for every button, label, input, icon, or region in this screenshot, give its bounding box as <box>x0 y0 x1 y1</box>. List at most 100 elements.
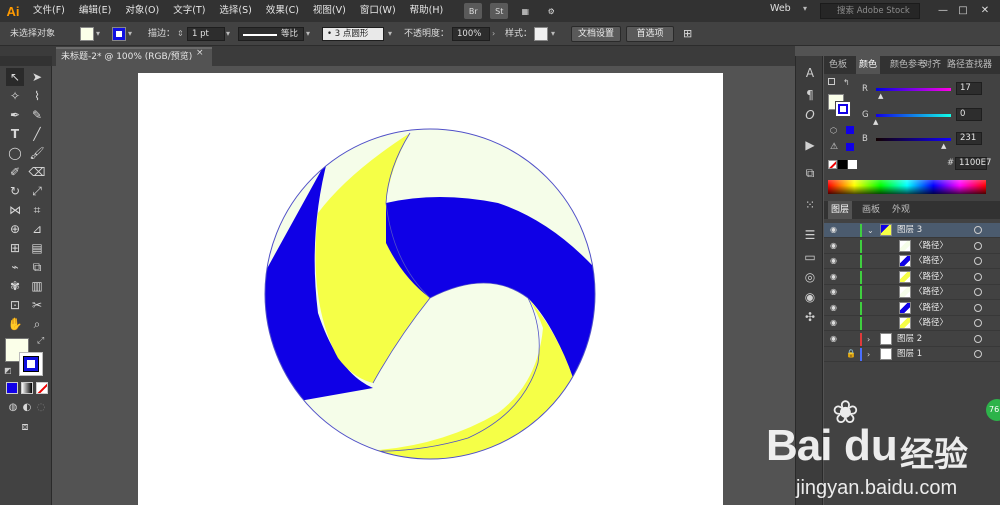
eye-icon[interactable]: ◉ <box>830 287 837 296</box>
transform-panel-icon[interactable]: ⁙ <box>801 196 819 214</box>
eye-icon[interactable]: ◉ <box>830 318 837 327</box>
menu-window[interactable]: 窗口(W) <box>353 0 403 22</box>
layer-sublayer-row[interactable]: ◉ 〈路径〉 <box>824 239 1000 254</box>
character-panel-icon[interactable]: A <box>801 64 819 82</box>
draw-inside-icon[interactable]: ◌ <box>32 399 50 417</box>
layer-row[interactable]: ◉ ⌄ 图层 3 <box>824 223 1000 238</box>
tab-align[interactable]: 对齐 <box>923 56 941 74</box>
b-slider[interactable] <box>876 138 951 141</box>
r-slider-thumb[interactable]: ▲ <box>878 92 883 100</box>
artboard[interactable] <box>138 73 723 505</box>
g-value-field[interactable]: 0 <box>956 108 982 121</box>
layer-target-icon[interactable] <box>974 350 982 358</box>
actions-panel-icon[interactable]: ▶ <box>801 136 819 154</box>
layer-target-icon[interactable] <box>974 257 982 265</box>
menu-type[interactable]: 文字(T) <box>166 0 212 22</box>
stroke-swatch[interactable] <box>112 27 126 41</box>
volleyball-artwork[interactable] <box>138 73 723 505</box>
tab-layers[interactable]: 图层 <box>828 201 853 219</box>
menu-effect[interactable]: 效果(C) <box>259 0 306 22</box>
stroke-label[interactable]: 描边： <box>148 26 175 42</box>
color-mode-icon[interactable] <box>6 382 18 394</box>
layer-target-icon[interactable] <box>974 319 982 327</box>
shaper-tool-icon[interactable]: ✐ <box>6 163 24 181</box>
screen-mode-icon[interactable]: ⧈ <box>16 418 34 436</box>
magic-wand-tool-icon[interactable]: ✧ <box>6 87 24 105</box>
g-slider[interactable] <box>876 114 951 117</box>
layer-name[interactable]: 〈路径〉 <box>914 317 948 330</box>
layer-target-icon[interactable] <box>974 288 982 296</box>
eye-icon[interactable]: ◉ <box>830 303 837 312</box>
bridge-icon[interactable]: Br <box>464 3 483 19</box>
perspective-grid-tool-icon[interactable]: ⊿ <box>28 220 46 238</box>
canvas-area[interactable] <box>53 66 795 505</box>
b-value-field[interactable]: 231 <box>956 132 982 145</box>
none-mode-icon[interactable] <box>36 382 48 394</box>
layer-name[interactable]: 〈路径〉 <box>914 240 948 253</box>
chevron-right-icon[interactable]: › <box>492 27 495 41</box>
chevron-down-icon[interactable]: ▾ <box>226 27 230 41</box>
lock-icon[interactable]: 🔒 <box>846 349 856 358</box>
eye-icon[interactable]: ◉ <box>830 334 837 343</box>
layer-sublayer-row[interactable]: ◉ 〈路径〉 <box>824 270 1000 285</box>
layer-target-icon[interactable] <box>974 334 982 343</box>
eye-icon[interactable]: ◉ <box>830 256 837 265</box>
arrange-documents-icon[interactable]: ▦ <box>516 3 534 19</box>
layer-target-icon[interactable] <box>974 272 982 281</box>
layer-row[interactable]: ◉ › 图层 2 <box>824 332 1000 347</box>
lasso-tool-icon[interactable]: ⌇ <box>28 87 46 105</box>
paintbrush-tool-icon[interactable]: 🖌 <box>28 144 46 162</box>
line-tool-icon[interactable]: ╱ <box>28 125 46 143</box>
layer-name[interactable]: 〈路径〉 <box>914 286 948 299</box>
out-of-gamut-warning-icon[interactable]: ⚠ <box>830 142 838 152</box>
default-colors-icon[interactable]: ◩ <box>4 366 12 375</box>
tab-pathfinder[interactable]: 路径查找器 <box>947 56 992 74</box>
maximize-button[interactable]: □ <box>955 3 971 19</box>
width-tool-icon[interactable]: ⋈ <box>6 201 24 219</box>
tab-color[interactable]: 颜色 <box>856 56 881 74</box>
layer-sublayer-row[interactable]: ◉ 〈路径〉 <box>824 301 1000 316</box>
document-tab[interactable]: 未标题-2* @ 100% (RGB/预览) <box>56 47 212 66</box>
brush-definition[interactable]: • 3 点圆形 <box>322 27 384 41</box>
layer-sublayer-row[interactable]: ◉ 〈路径〉 <box>824 316 1000 331</box>
menu-file[interactable]: 文件(F) <box>26 0 72 22</box>
swap-fill-stroke-icon[interactable]: ⤢ <box>37 336 44 346</box>
color-panel-stroke[interactable] <box>835 101 851 117</box>
gamut-color-swatch[interactable] <box>846 143 854 151</box>
black-swatch[interactable] <box>838 160 847 169</box>
preferences-button[interactable]: 首选项 <box>626 26 674 42</box>
layer-name[interactable]: 〈路径〉 <box>914 302 948 315</box>
align-options-icon[interactable]: ⊞ <box>683 26 692 42</box>
opacity-field[interactable]: 100% <box>452 27 490 41</box>
layer-name[interactable]: 图层 3 <box>897 224 922 237</box>
chevron-down-icon[interactable]: ▾ <box>306 27 310 41</box>
minimize-button[interactable]: — <box>935 3 951 19</box>
eye-icon[interactable]: ◉ <box>830 241 837 250</box>
hand-tool-icon[interactable]: ✋ <box>6 315 24 333</box>
out-of-web-color-icon[interactable]: ⬡ <box>830 126 837 135</box>
column-graph-tool-icon[interactable]: ▥ <box>28 277 46 295</box>
scale-tool-icon[interactable]: ⤢ <box>28 182 46 200</box>
rotate-tool-icon[interactable]: ↻ <box>6 182 24 200</box>
tab-color-guide[interactable]: 颜色参考 <box>890 56 926 74</box>
mesh-tool-icon[interactable]: ⊞ <box>6 239 24 257</box>
tab-swatches[interactable]: 色板 <box>829 56 847 74</box>
menu-view[interactable]: 视图(V) <box>306 0 353 22</box>
graphic-style-swatch[interactable] <box>534 27 548 41</box>
eye-icon[interactable]: ◉ <box>830 272 837 281</box>
hex-value-field[interactable]: 1100E7 <box>955 157 991 170</box>
shape-builder-tool-icon[interactable]: ⊕ <box>6 220 24 238</box>
layer-row[interactable]: 🔒 › 图层 1 <box>824 347 1000 362</box>
layer-name[interactable]: 图层 2 <box>897 333 922 346</box>
layer-target-icon[interactable] <box>974 303 982 312</box>
g-slider-thumb[interactable]: ▲ <box>873 118 878 126</box>
libraries-panel-icon[interactable]: ☰ <box>801 226 819 244</box>
close-icon[interactable]: × <box>196 48 204 58</box>
links-panel-icon[interactable]: ⧉ <box>801 164 819 182</box>
document-setup-button[interactable]: 文档设置 <box>571 26 621 42</box>
layer-target-icon[interactable] <box>974 241 982 250</box>
symbol-sprayer-tool-icon[interactable]: ✾ <box>6 277 24 295</box>
type-tool-icon[interactable]: T <box>6 125 24 143</box>
chevron-down-icon[interactable]: ▾ <box>128 27 132 41</box>
default-fill-stroke-icon[interactable] <box>828 78 835 85</box>
